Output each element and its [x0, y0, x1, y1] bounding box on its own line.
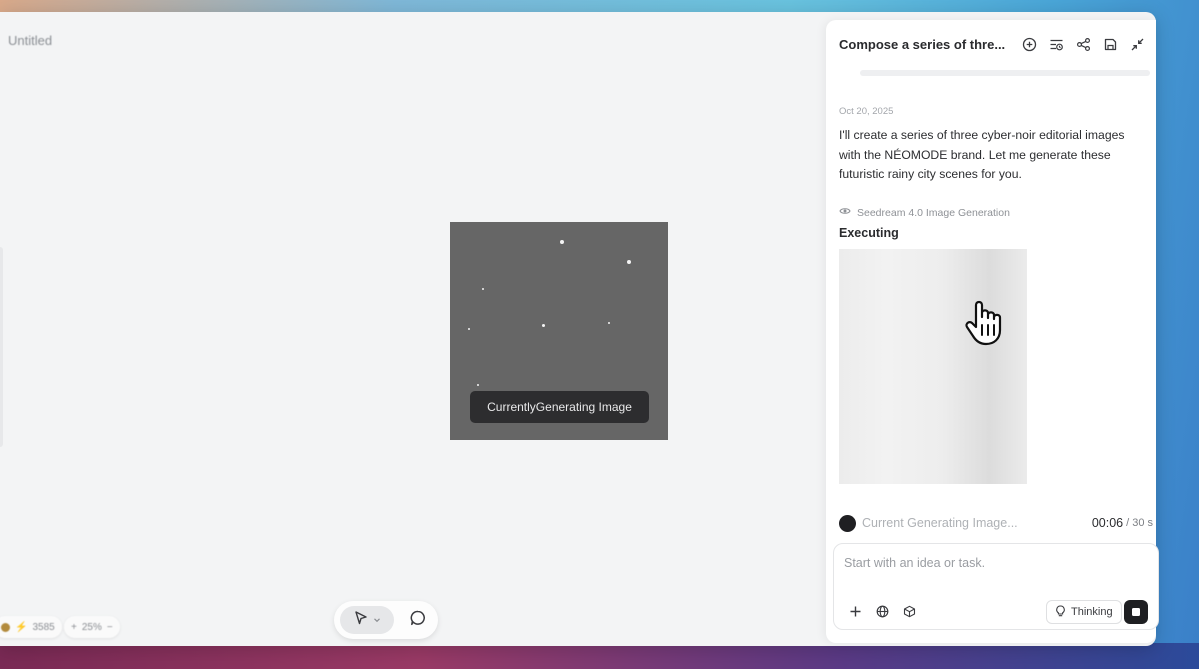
document-title[interactable]: Untitled	[8, 33, 52, 48]
generating-image-frame[interactable]: CurrentlyGenerating Image	[450, 222, 668, 440]
comment-icon	[409, 609, 427, 632]
zoom-in-button[interactable]: +	[71, 622, 77, 633]
globe-icon[interactable]	[875, 604, 889, 618]
select-tool-button[interactable]	[340, 606, 394, 634]
zoom-level[interactable]: 25%	[82, 622, 102, 633]
generation-progress: Current Generating Image... 00:06 / 30 s	[839, 514, 1153, 532]
hand-cursor-icon	[963, 297, 1009, 354]
tool-call-header[interactable]: Seedream 4.0 Image Generation	[839, 205, 1010, 220]
lightbulb-icon	[1055, 604, 1066, 620]
stop-button[interactable]	[1124, 600, 1148, 624]
pointer-icon	[353, 610, 369, 631]
chat-title[interactable]: Compose a series of thre...	[839, 37, 1005, 52]
left-panel-edge	[0, 247, 3, 447]
save-icon[interactable]	[1102, 36, 1119, 53]
tool-call-name: Seedream 4.0 Image Generation	[857, 206, 1010, 219]
assistant-message: I'll create a series of three cyber-noir…	[839, 128, 1125, 181]
collapse-icon[interactable]	[1129, 36, 1146, 53]
coin-icon	[1, 622, 10, 632]
noise-dot	[608, 322, 610, 324]
chat-header-actions	[1021, 36, 1146, 53]
credits-indicator[interactable]: ⚡ 3585	[0, 616, 62, 638]
elapsed-time: 00:06	[1091, 516, 1124, 530]
new-chat-icon[interactable]	[1021, 36, 1038, 53]
noise-dot	[482, 288, 484, 290]
credits-value: 3585	[32, 621, 55, 633]
thinking-label: Thinking	[1071, 606, 1113, 618]
noise-dot	[542, 324, 545, 327]
zoom-out-button[interactable]: −	[107, 622, 113, 633]
noise-dot	[468, 328, 470, 330]
prompt-input[interactable]	[844, 556, 1144, 570]
composer: Thinking	[833, 543, 1159, 630]
image-placeholder[interactable]	[839, 249, 1027, 484]
eye-icon	[839, 205, 851, 220]
total-time: / 30 s	[1126, 517, 1153, 529]
thinking-toggle[interactable]: Thinking	[1046, 600, 1122, 624]
history-icon[interactable]	[1048, 36, 1065, 53]
stop-icon	[1132, 608, 1140, 616]
agent-avatar	[839, 514, 856, 532]
composer-tools	[848, 604, 916, 618]
generating-label: CurrentlyGenerating Image	[470, 391, 649, 423]
tool-call-status: Executing	[839, 226, 899, 240]
desktop-background	[0, 643, 1199, 669]
chevron-down-icon[interactable]	[373, 611, 381, 629]
noise-dot	[560, 240, 564, 244]
progress-text: Current Generating Image...	[862, 516, 1018, 530]
zoom-control: + 25% −	[64, 616, 120, 638]
lightning-icon: ⚡	[15, 621, 28, 633]
canvas-toolbar	[334, 601, 438, 639]
previous-message-edge	[860, 70, 1150, 76]
noise-dot	[477, 384, 479, 386]
noise-dot	[627, 260, 631, 264]
cube-icon[interactable]	[902, 604, 916, 618]
comment-tool-button[interactable]	[406, 608, 430, 632]
chat-panel: Compose a series of thre... Oct 20, 2025…	[826, 20, 1159, 643]
message-date: Oct 20, 2025	[839, 106, 894, 117]
share-icon[interactable]	[1075, 36, 1092, 53]
add-icon[interactable]	[848, 604, 862, 618]
